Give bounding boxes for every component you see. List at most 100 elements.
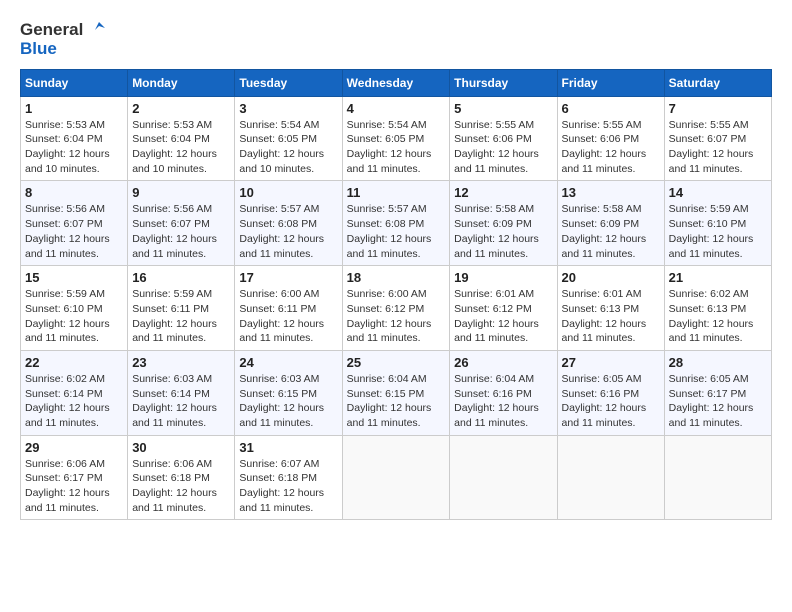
day-number: 2	[132, 101, 230, 116]
calendar-cell: 19 Sunrise: 6:01 AM Sunset: 6:12 PM Dayli…	[450, 266, 557, 351]
day-info: Sunrise: 6:03 AM Sunset: 6:14 PM Dayligh…	[132, 372, 230, 431]
day-info: Sunrise: 5:58 AM Sunset: 6:09 PM Dayligh…	[454, 202, 552, 261]
logo-blue: Blue	[20, 40, 57, 59]
day-info: Sunrise: 5:59 AM Sunset: 6:10 PM Dayligh…	[25, 287, 123, 346]
day-info: Sunrise: 5:54 AM Sunset: 6:05 PM Dayligh…	[239, 118, 337, 177]
day-number: 18	[347, 270, 446, 285]
day-info: Sunrise: 6:04 AM Sunset: 6:15 PM Dayligh…	[347, 372, 446, 431]
weekday-header: Wednesday	[342, 69, 450, 96]
day-number: 19	[454, 270, 552, 285]
logo-bird-icon	[85, 20, 105, 40]
day-info: Sunrise: 5:56 AM Sunset: 6:07 PM Dayligh…	[132, 202, 230, 261]
weekday-header: Tuesday	[235, 69, 342, 96]
day-number: 27	[562, 355, 660, 370]
calendar-cell: 20 Sunrise: 6:01 AM Sunset: 6:13 PM Dayli…	[557, 266, 664, 351]
calendar-header-row: SundayMondayTuesdayWednesdayThursdayFrid…	[21, 69, 772, 96]
day-number: 25	[347, 355, 446, 370]
day-number: 11	[347, 185, 446, 200]
calendar-cell: 26 Sunrise: 6:04 AM Sunset: 6:16 PM Dayli…	[450, 350, 557, 435]
day-number: 14	[669, 185, 767, 200]
calendar-cell: 15 Sunrise: 5:59 AM Sunset: 6:10 PM Dayli…	[21, 266, 128, 351]
day-info: Sunrise: 6:02 AM Sunset: 6:13 PM Dayligh…	[669, 287, 767, 346]
calendar-cell: 18 Sunrise: 6:00 AM Sunset: 6:12 PM Dayli…	[342, 266, 450, 351]
day-number: 15	[25, 270, 123, 285]
day-info: Sunrise: 5:58 AM Sunset: 6:09 PM Dayligh…	[562, 202, 660, 261]
calendar-cell: 30 Sunrise: 6:06 AM Sunset: 6:18 PM Dayli…	[128, 435, 235, 520]
page-header: General Blue	[20, 20, 772, 59]
day-number: 26	[454, 355, 552, 370]
day-number: 12	[454, 185, 552, 200]
calendar-cell: 2 Sunrise: 5:53 AM Sunset: 6:04 PM Daylig…	[128, 96, 235, 181]
calendar-cell: 17 Sunrise: 6:00 AM Sunset: 6:11 PM Dayli…	[235, 266, 342, 351]
calendar-cell: 12 Sunrise: 5:58 AM Sunset: 6:09 PM Dayli…	[450, 181, 557, 266]
day-info: Sunrise: 5:56 AM Sunset: 6:07 PM Dayligh…	[25, 202, 123, 261]
calendar-cell: 4Sunrise: 5:54 AM Sunset: 6:05 PM Daylig…	[342, 96, 450, 181]
day-info: Sunrise: 5:57 AM Sunset: 6:08 PM Dayligh…	[239, 202, 337, 261]
day-info: Sunrise: 5:54 AM Sunset: 6:05 PM Dayligh…	[347, 118, 446, 177]
calendar-cell: 28 Sunrise: 6:05 AM Sunset: 6:17 PM Dayli…	[664, 350, 771, 435]
day-info: Sunrise: 5:57 AM Sunset: 6:08 PM Dayligh…	[347, 202, 446, 261]
calendar-cell: 29 Sunrise: 6:06 AM Sunset: 6:17 PM Dayli…	[21, 435, 128, 520]
day-info: Sunrise: 6:01 AM Sunset: 6:13 PM Dayligh…	[562, 287, 660, 346]
calendar-cell: 6 Sunrise: 5:55 AM Sunset: 6:06 PM Daylig…	[557, 96, 664, 181]
calendar-cell: 8 Sunrise: 5:56 AM Sunset: 6:07 PM Daylig…	[21, 181, 128, 266]
day-number: 23	[132, 355, 230, 370]
day-number: 28	[669, 355, 767, 370]
day-info: Sunrise: 5:55 AM Sunset: 6:06 PM Dayligh…	[562, 118, 660, 177]
day-number: 21	[669, 270, 767, 285]
day-info: Sunrise: 6:05 AM Sunset: 6:17 PM Dayligh…	[669, 372, 767, 431]
day-number: 3	[239, 101, 337, 116]
day-info: Sunrise: 5:59 AM Sunset: 6:11 PM Dayligh…	[132, 287, 230, 346]
calendar-cell: 7Sunrise: 5:55 AM Sunset: 6:07 PM Daylig…	[664, 96, 771, 181]
day-info: Sunrise: 6:01 AM Sunset: 6:12 PM Dayligh…	[454, 287, 552, 346]
day-info: Sunrise: 6:03 AM Sunset: 6:15 PM Dayligh…	[239, 372, 337, 431]
calendar-week-row: 8 Sunrise: 5:56 AM Sunset: 6:07 PM Daylig…	[21, 181, 772, 266]
weekday-header: Monday	[128, 69, 235, 96]
calendar-cell: 22Sunrise: 6:02 AM Sunset: 6:14 PM Dayli…	[21, 350, 128, 435]
day-number: 24	[239, 355, 337, 370]
day-info: Sunrise: 5:53 AM Sunset: 6:04 PM Dayligh…	[132, 118, 230, 177]
calendar-week-row: 15 Sunrise: 5:59 AM Sunset: 6:10 PM Dayli…	[21, 266, 772, 351]
day-number: 1	[25, 101, 123, 116]
calendar-cell: 25 Sunrise: 6:04 AM Sunset: 6:15 PM Dayli…	[342, 350, 450, 435]
logo: General Blue	[20, 20, 105, 59]
calendar-cell: 31 Sunrise: 6:07 AM Sunset: 6:18 PM Dayli…	[235, 435, 342, 520]
calendar-cell: 27Sunrise: 6:05 AM Sunset: 6:16 PM Dayli…	[557, 350, 664, 435]
day-number: 10	[239, 185, 337, 200]
calendar-cell: 10 Sunrise: 5:57 AM Sunset: 6:08 PM Dayli…	[235, 181, 342, 266]
calendar-cell: 1 Sunrise: 5:53 AM Sunset: 6:04 PM Daylig…	[21, 96, 128, 181]
day-info: Sunrise: 6:07 AM Sunset: 6:18 PM Dayligh…	[239, 457, 337, 516]
calendar-cell	[342, 435, 450, 520]
weekday-header: Saturday	[664, 69, 771, 96]
day-number: 5	[454, 101, 552, 116]
day-number: 30	[132, 440, 230, 455]
calendar-week-row: 29 Sunrise: 6:06 AM Sunset: 6:17 PM Dayli…	[21, 435, 772, 520]
calendar-week-row: 1 Sunrise: 5:53 AM Sunset: 6:04 PM Daylig…	[21, 96, 772, 181]
calendar-cell: 23 Sunrise: 6:03 AM Sunset: 6:14 PM Dayli…	[128, 350, 235, 435]
weekday-header: Thursday	[450, 69, 557, 96]
day-number: 22	[25, 355, 123, 370]
weekday-header: Friday	[557, 69, 664, 96]
day-info: Sunrise: 6:04 AM Sunset: 6:16 PM Dayligh…	[454, 372, 552, 431]
day-number: 6	[562, 101, 660, 116]
calendar-cell: 14 Sunrise: 5:59 AM Sunset: 6:10 PM Dayli…	[664, 181, 771, 266]
day-info: Sunrise: 6:06 AM Sunset: 6:17 PM Dayligh…	[25, 457, 123, 516]
day-info: Sunrise: 5:59 AM Sunset: 6:10 PM Dayligh…	[669, 202, 767, 261]
day-info: Sunrise: 5:55 AM Sunset: 6:06 PM Dayligh…	[454, 118, 552, 177]
day-number: 20	[562, 270, 660, 285]
day-info: Sunrise: 5:53 AM Sunset: 6:04 PM Dayligh…	[25, 118, 123, 177]
day-number: 13	[562, 185, 660, 200]
day-number: 8	[25, 185, 123, 200]
logo-general: General	[20, 21, 83, 40]
day-info: Sunrise: 6:06 AM Sunset: 6:18 PM Dayligh…	[132, 457, 230, 516]
calendar-cell: 5 Sunrise: 5:55 AM Sunset: 6:06 PM Daylig…	[450, 96, 557, 181]
day-info: Sunrise: 5:55 AM Sunset: 6:07 PM Dayligh…	[669, 118, 767, 177]
day-number: 29	[25, 440, 123, 455]
day-number: 31	[239, 440, 337, 455]
calendar-cell: 13 Sunrise: 5:58 AM Sunset: 6:09 PM Dayli…	[557, 181, 664, 266]
day-info: Sunrise: 6:00 AM Sunset: 6:12 PM Dayligh…	[347, 287, 446, 346]
calendar-cell: 24 Sunrise: 6:03 AM Sunset: 6:15 PM Dayli…	[235, 350, 342, 435]
day-info: Sunrise: 6:00 AM Sunset: 6:11 PM Dayligh…	[239, 287, 337, 346]
calendar-week-row: 22Sunrise: 6:02 AM Sunset: 6:14 PM Dayli…	[21, 350, 772, 435]
day-number: 17	[239, 270, 337, 285]
